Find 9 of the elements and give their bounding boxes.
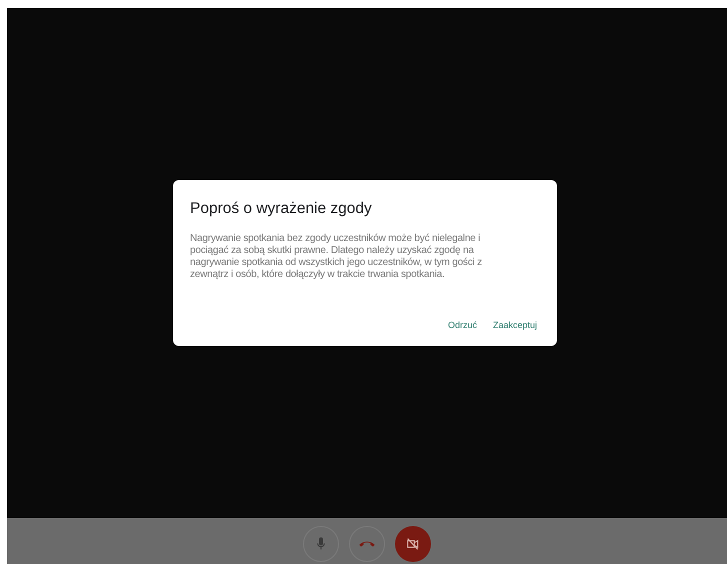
dialog-button[interactable]: Zaakceptuj xyxy=(492,318,537,332)
dialog-button[interactable]: Odrzuć xyxy=(448,318,477,332)
camera-off-icon xyxy=(405,536,421,552)
dialog-title: Poproś o wyrażenie zgody xyxy=(190,199,373,219)
microphone-button[interactable] xyxy=(303,526,339,562)
dialog-message: Nagrywanie spotkania bez zgody uczestników może być nielegalne i pociągać za sobą skutki prawne. Dlatego należy uzyskać zgodę na nagrywanie spotkania od wszystkich jego uczestników, w tym gości z zewnątrz i osób, które dołączyły w trakcie trwania spotkania. xyxy=(190,233,483,282)
phone-icon xyxy=(359,541,375,547)
camera-button[interactable] xyxy=(395,526,431,562)
hang-up-button[interactable] xyxy=(349,526,385,562)
